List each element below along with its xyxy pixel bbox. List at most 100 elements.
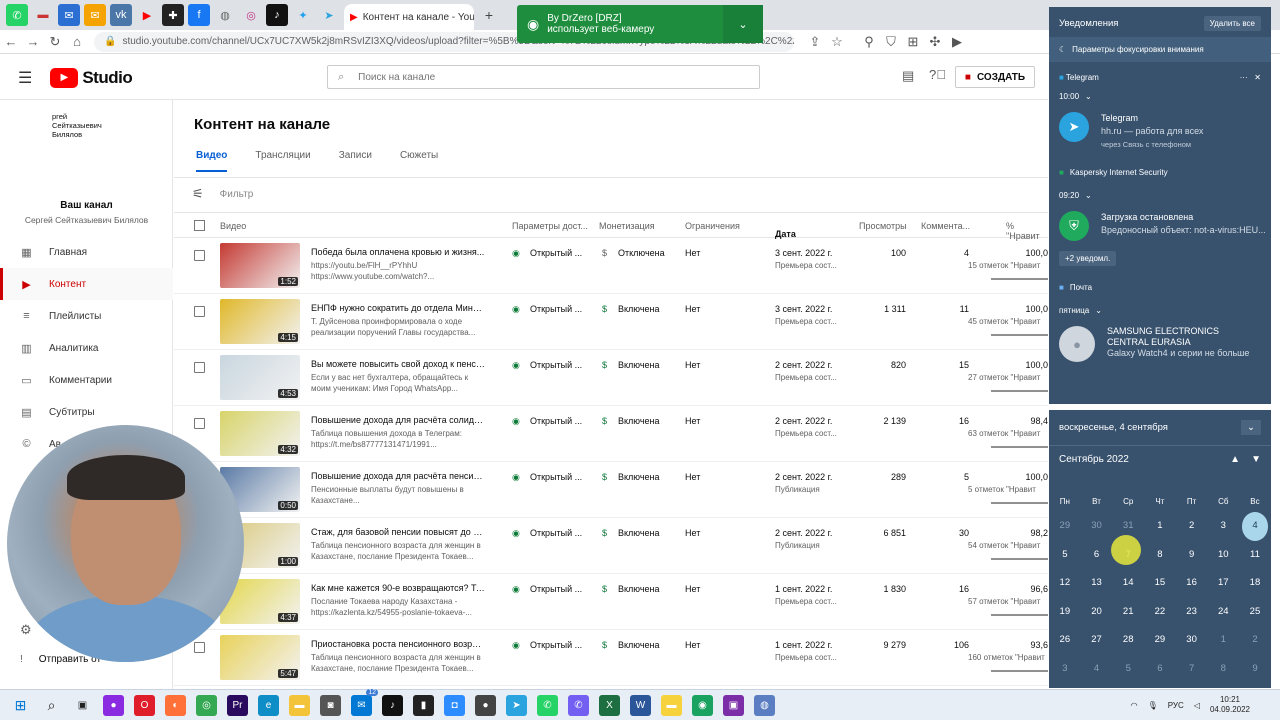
clear-all-button[interactable]: Удалить все: [1203, 16, 1261, 31]
calendar-day[interactable]: 28: [1112, 626, 1144, 655]
calendar-day[interactable]: 9: [1176, 541, 1208, 570]
close-icon[interactable]: ✕: [1254, 73, 1261, 82]
calendar-day[interactable]: 8: [1207, 655, 1239, 684]
mail-icon[interactable]: ✉: [58, 4, 80, 26]
calendar-day[interactable]: 3: [1049, 655, 1081, 684]
monetization-value[interactable]: Включена: [618, 640, 660, 650]
app-icon[interactable]: ◍: [754, 694, 775, 716]
nav-analytics[interactable]: ▥ Аналитика: [0, 332, 173, 364]
calendar-day[interactable]: 11: [1239, 541, 1271, 570]
focus-settings-link[interactable]: ☾ Параметры фокусировки внимания: [1049, 37, 1271, 62]
col-access[interactable]: Параметры дост...: [512, 221, 588, 231]
calendar-day[interactable]: 26: [1049, 626, 1081, 655]
help-icon[interactable]: ?⃝: [929, 67, 946, 82]
chrome-icon[interactable]: ◎: [196, 694, 217, 716]
monetization-value[interactable]: Включена: [618, 472, 660, 482]
whatsapp-icon[interactable]: ✆: [537, 694, 558, 716]
search-box[interactable]: ⌕: [327, 65, 760, 89]
calendar-day[interactable]: 13: [1081, 569, 1113, 598]
more-notifications-button[interactable]: +2 уведомл.: [1059, 251, 1117, 266]
video-thumbnail[interactable]: 4:15: [220, 299, 300, 344]
nav-dashboard[interactable]: ▦ Главная: [0, 236, 173, 268]
calendar-day[interactable]: 5: [1112, 655, 1144, 684]
calendar-day[interactable]: 29: [1144, 626, 1176, 655]
zoom-icon[interactable]: ◘: [444, 694, 465, 716]
video-thumbnail[interactable]: 4:32: [220, 411, 300, 456]
visibility-value[interactable]: Открытый ...: [530, 360, 582, 370]
video-thumbnail[interactable]: 4:53: [220, 355, 300, 400]
viber-icon[interactable]: ✆: [568, 694, 589, 716]
table-row[interactable]: 4:53 Вы можете повысить свой доход к пенс…: [174, 350, 1048, 406]
nav-playlists[interactable]: ≡ Плейлисты: [0, 300, 173, 332]
monetization-value[interactable]: Включена: [618, 304, 660, 314]
calendar-day[interactable]: 5: [1049, 541, 1081, 570]
extension-icon[interactable]: ⚲: [858, 34, 880, 50]
windows-start-icon[interactable]: ⊞: [10, 695, 31, 716]
calendar-day[interactable]: 17: [1207, 569, 1239, 598]
select-all-checkbox[interactable]: [194, 220, 205, 231]
table-row[interactable]: 1:52 Победа была оплачена кровью и жизня.…: [174, 238, 1048, 294]
new-tab-icon[interactable]: +: [478, 4, 500, 26]
microphone-icon[interactable]: 🎙: [1148, 701, 1158, 710]
mail-app-icon[interactable]: ✉ 12: [351, 688, 378, 716]
table-row[interactable]: 0:50 Повышение дохода для расчёта пенсии …: [174, 462, 1048, 518]
shield-icon[interactable]: ⛉: [880, 34, 902, 50]
record-icon[interactable]: ●: [475, 694, 496, 716]
video-thumbnail[interactable]: 1:52: [220, 243, 300, 288]
search-icon[interactable]: ⌕: [41, 695, 62, 716]
video-title[interactable]: Повышение дохода для расчёта пенсии ...: [311, 471, 486, 481]
calendar-day[interactable]: 10: [1207, 541, 1239, 570]
calendar-day[interactable]: 18: [1239, 569, 1271, 598]
video-title[interactable]: Победа была оплачена кровью и жизня...: [311, 247, 486, 257]
telegram-icon[interactable]: ➤: [318, 4, 340, 26]
visibility-icon[interactable]: ◉: [512, 248, 520, 259]
mail-icon[interactable]: ✉: [84, 4, 106, 26]
visibility-icon[interactable]: ◉: [512, 584, 520, 595]
calendar-day[interactable]: 1: [1207, 626, 1239, 655]
edge-icon[interactable]: e: [258, 694, 279, 716]
nav-comments[interactable]: ▭ Комментарии: [0, 364, 173, 396]
media-app-icon[interactable]: ●: [103, 694, 124, 716]
terminal-icon[interactable]: ▮: [413, 694, 434, 716]
row-checkbox[interactable]: [194, 306, 205, 317]
calendar-day[interactable]: 1: [1144, 512, 1176, 541]
tiktok-icon[interactable]: ♪: [266, 4, 288, 26]
calendar-day[interactable]: 7: [1176, 655, 1208, 684]
visibility-value[interactable]: Открытый ...: [530, 528, 582, 538]
channel-avatar[interactable]: ргей Сейтказыевич Билялов: [52, 112, 112, 139]
chevron-down-icon[interactable]: ⌄: [723, 5, 763, 43]
tab-shorts[interactable]: Сюжеты: [400, 150, 438, 172]
nav-content[interactable]: ▶ Контент: [0, 268, 173, 300]
table-row[interactable]: 4:37 Как мне кажется 90-е возвращаются? Т…: [174, 574, 1048, 630]
visibility-value[interactable]: Открытый ...: [530, 416, 582, 426]
volume-icon[interactable]: ◁: [1194, 701, 1200, 710]
row-checkbox[interactable]: [194, 250, 205, 261]
home-icon[interactable]: ⌂: [66, 34, 88, 49]
clock[interactable]: 10:21 04.09.2022: [1210, 695, 1250, 715]
monetization-value[interactable]: Включена: [618, 360, 660, 370]
calendar-day[interactable]: 2: [1239, 626, 1271, 655]
visibility-icon[interactable]: ◉: [512, 528, 520, 539]
visibility-value[interactable]: Открытый ...: [530, 472, 582, 482]
visibility-icon[interactable]: ◉: [512, 360, 520, 371]
search-input[interactable]: [358, 71, 719, 83]
table-row[interactable]: 1:00 Стаж, для базовой пенсии повысят до …: [174, 518, 1048, 574]
visibility-icon[interactable]: ◉: [512, 304, 520, 315]
word-icon[interactable]: W: [630, 694, 651, 716]
visibility-value[interactable]: Открытый ...: [530, 248, 582, 258]
calendar-day[interactable]: 16: [1176, 569, 1208, 598]
calendar-day[interactable]: 8: [1144, 541, 1176, 570]
table-row[interactable]: 4:32 Повышение дохода для расчёта солидар…: [174, 406, 1048, 462]
calendar-month[interactable]: Сентябрь 2022: [1059, 454, 1129, 465]
wifi-icon[interactable]: ◠: [1131, 701, 1138, 710]
vk-icon[interactable]: vk: [110, 4, 132, 26]
premiere-icon[interactable]: Pr: [227, 694, 248, 716]
firefox-icon[interactable]: ◐: [165, 694, 186, 716]
calendar-day[interactable]: 29: [1049, 512, 1081, 541]
col-comments[interactable]: Коммента...: [921, 221, 970, 231]
calendar-day[interactable]: 14: [1112, 569, 1144, 598]
col-views[interactable]: Просмотры: [859, 221, 907, 231]
monetization-value[interactable]: Включена: [618, 584, 660, 594]
reload-icon[interactable]: ↻: [44, 34, 66, 50]
globe-icon[interactable]: ◍: [214, 4, 236, 26]
